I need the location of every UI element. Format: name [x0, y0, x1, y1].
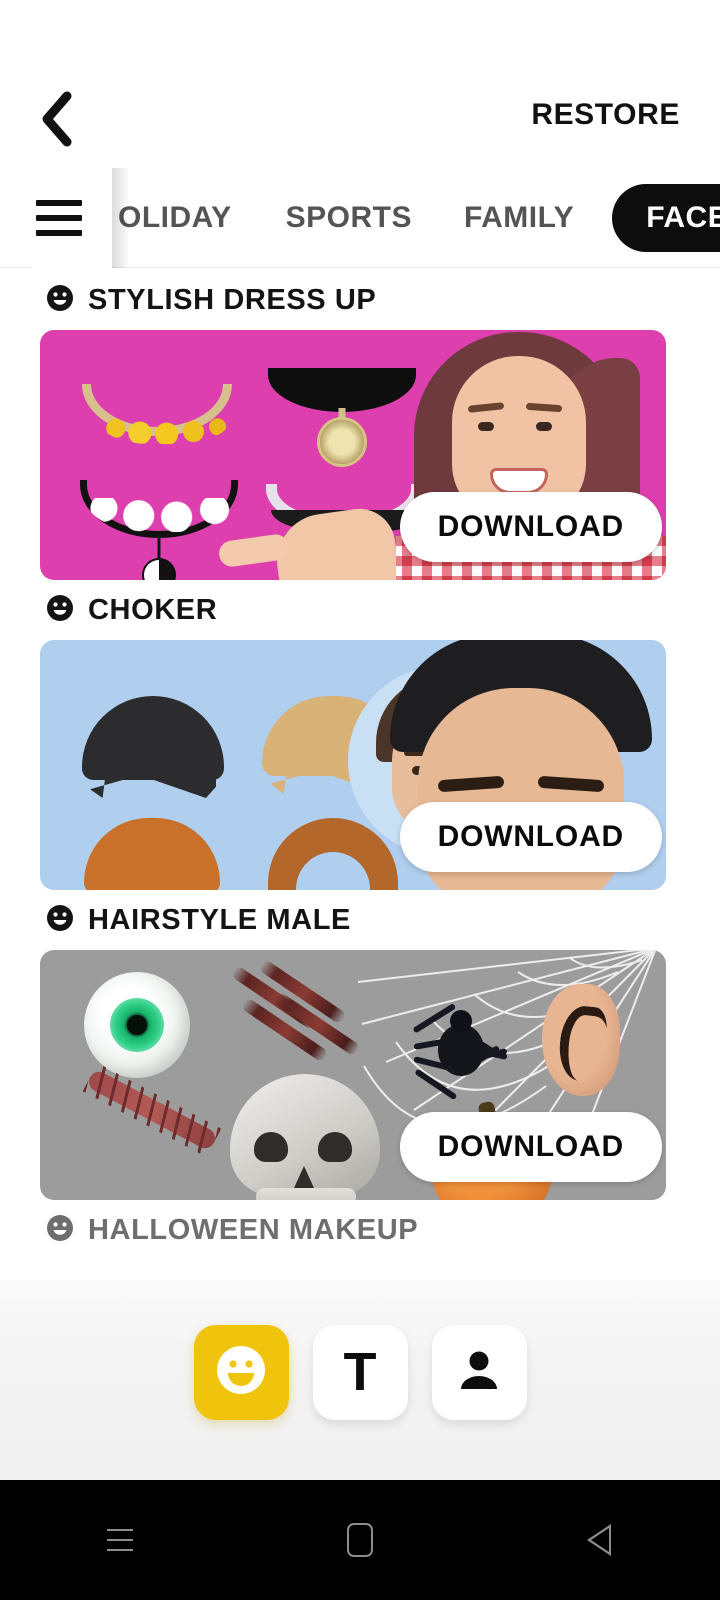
skull-sticker — [230, 1074, 380, 1200]
tool-row: T — [0, 1312, 720, 1432]
yin-yang-pendant — [142, 558, 176, 580]
home-icon — [347, 1523, 373, 1557]
model-eye — [536, 422, 552, 431]
section-label-stylish-dress-up: STYLISH DRESS UP — [0, 270, 720, 330]
section-hairstyle-male: HAIRSTYLE MALE DOWNLOAD — [0, 890, 720, 1200]
hairstyle-ginger-preview — [84, 818, 220, 890]
hairstyle-dark-preview — [82, 696, 224, 780]
recents-line — [107, 1529, 133, 1531]
section-label-text: CHOKER — [88, 593, 218, 626]
app-screen: RESTORE OLIDAY SPORTS FAMILY FACE PLAY — [0, 0, 720, 1600]
profile-tool-button[interactable] — [431, 1324, 527, 1420]
halloween-makeup-card[interactable]: DOWNLOAD — [40, 950, 666, 1200]
section-label-text: STYLISH DRESS UP — [88, 283, 377, 316]
hamburger-line — [36, 215, 82, 221]
restore-button[interactable]: RESTORE — [531, 98, 680, 132]
choker-pack-card[interactable]: DOWNLOAD — [40, 330, 666, 580]
model-eye — [478, 422, 494, 431]
recents-line — [107, 1539, 133, 1541]
hamburger-line — [36, 200, 82, 206]
smiley-face-icon — [46, 594, 74, 627]
smiley-face-icon — [46, 1214, 74, 1247]
section-label-choker: CHOKER — [0, 580, 720, 640]
back-triangle-icon — [587, 1523, 613, 1557]
section-label-halloween-makeup: HALLOWEEN MAKEUP — [0, 1200, 720, 1260]
choker-gold-preview — [82, 384, 232, 444]
tab-family[interactable]: FAMILY — [464, 168, 574, 268]
hairstyle-male-card[interactable]: DOWNLOAD — [40, 640, 666, 890]
stitches-sticker — [85, 1068, 219, 1152]
spider-sticker — [408, 1003, 512, 1101]
section-label-text: HAIRSTYLE MALE — [88, 903, 351, 936]
eyeball-pupil — [127, 1015, 147, 1035]
back-button[interactable] — [28, 88, 86, 150]
smiley-face-icon — [215, 1344, 267, 1401]
section-stylish-dress-up: STYLISH DRESS UP DOWNLOAD — [0, 270, 720, 580]
tab-holiday[interactable]: OLIDAY — [118, 168, 232, 268]
smiley-face-icon — [46, 284, 74, 317]
choker-daisy-preview — [80, 480, 243, 580]
eyeball-sticker — [84, 972, 190, 1078]
android-navigation-bar — [0, 1480, 720, 1600]
section-label-hairstyle-male: HAIRSTYLE MALE — [0, 890, 720, 950]
model-smile — [490, 468, 548, 494]
category-tabbar[interactable]: OLIDAY SPORTS FAMILY FACE PLAY — [0, 168, 720, 268]
bottom-toolbar: T — [0, 1280, 720, 1480]
person-icon — [455, 1346, 503, 1399]
choker-sun-pendant — [320, 420, 364, 464]
recents-icon — [107, 1529, 133, 1551]
skull-eye-socket — [318, 1132, 352, 1162]
back-chevron-icon — [40, 91, 74, 147]
text-t-icon: T — [343, 1342, 377, 1402]
hamburger-line — [36, 230, 82, 236]
sticker-pack-list[interactable]: STYLISH DRESS UP DOWNLOAD CHOKER DOWNLOA… — [0, 270, 720, 1280]
ear-sticker — [542, 984, 620, 1096]
app-header: RESTORE — [0, 0, 720, 168]
choker-black-sun-preview — [268, 368, 416, 464]
download-button[interactable]: DOWNLOAD — [399, 492, 662, 562]
skull-jaw — [256, 1188, 356, 1200]
stickers-tool-button[interactable] — [193, 1324, 289, 1420]
hamburger-menu-icon[interactable] — [32, 168, 112, 268]
text-tool-button[interactable]: T — [312, 1324, 408, 1420]
home-button[interactable] — [300, 1480, 420, 1600]
claw-scratch-sticker — [230, 956, 370, 1066]
recents-button[interactable] — [60, 1480, 180, 1600]
tab-sports[interactable]: SPORTS — [286, 168, 412, 268]
recents-line — [107, 1549, 133, 1551]
section-label-text: HALLOWEEN MAKEUP — [88, 1213, 419, 1246]
smiley-face-icon — [46, 904, 74, 937]
download-button[interactable]: DOWNLOAD — [399, 1112, 662, 1182]
section-halloween-makeup: HALLOWEEN MAKEUP — [0, 1200, 720, 1260]
back-button-system[interactable] — [540, 1480, 660, 1600]
daisy-flowers — [85, 498, 243, 532]
skull-eye-socket — [254, 1132, 288, 1162]
tab-face-play[interactable]: FACE PLAY — [612, 184, 720, 252]
spider-head — [450, 1010, 472, 1032]
section-choker: CHOKER DOWNLOAD — [0, 580, 720, 890]
download-button[interactable]: DOWNLOAD — [399, 802, 662, 872]
